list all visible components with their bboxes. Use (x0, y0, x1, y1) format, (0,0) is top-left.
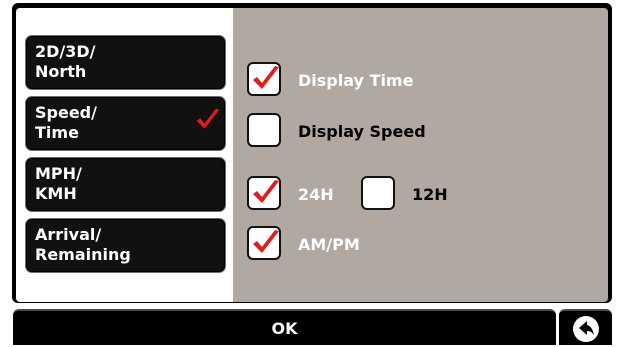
menu-item-arrival-remaining[interactable]: Arrival/ Remaining (25, 218, 226, 273)
menu-item-label-line1: MPH/ (35, 164, 82, 183)
12h-label: 12H (412, 185, 448, 204)
display-time-checkbox[interactable] (247, 62, 281, 96)
checkmark-icon (253, 66, 279, 89)
menu-item-2d-3d-north[interactable]: 2D/3D/ North (25, 35, 226, 90)
display-speed-checkbox[interactable] (247, 113, 281, 147)
back-arrow-icon (573, 316, 599, 342)
menu-item-label-line1: Arrival/ (35, 225, 102, 244)
menu-item-speed-time[interactable]: Speed/ Time (25, 96, 226, 151)
menu-item-mph-kmh[interactable]: MPH/ KMH (25, 157, 226, 212)
menu-item-label-line2: North (35, 62, 87, 81)
display-speed-label: Display Speed (298, 122, 426, 141)
checkmark-icon (253, 180, 279, 203)
menu-item-label-line2: Remaining (35, 245, 131, 264)
am-pm-label: AM/PM (298, 235, 360, 254)
checkmark-icon (196, 108, 220, 129)
24h-label: 24H (298, 185, 334, 204)
back-button[interactable] (559, 309, 612, 345)
am-pm-checkbox[interactable] (247, 226, 281, 260)
display-time-label: Display Time (298, 71, 414, 90)
options-panel (233, 8, 608, 302)
ok-button[interactable]: OK (13, 309, 556, 345)
12h-checkbox[interactable] (361, 176, 395, 210)
24h-checkbox[interactable] (247, 176, 281, 210)
checkmark-icon (253, 230, 279, 253)
ok-button-label: OK (271, 319, 298, 338)
menu-item-label-line2: KMH (35, 184, 77, 203)
menu-item-label-line1: 2D/3D/ (35, 42, 96, 61)
